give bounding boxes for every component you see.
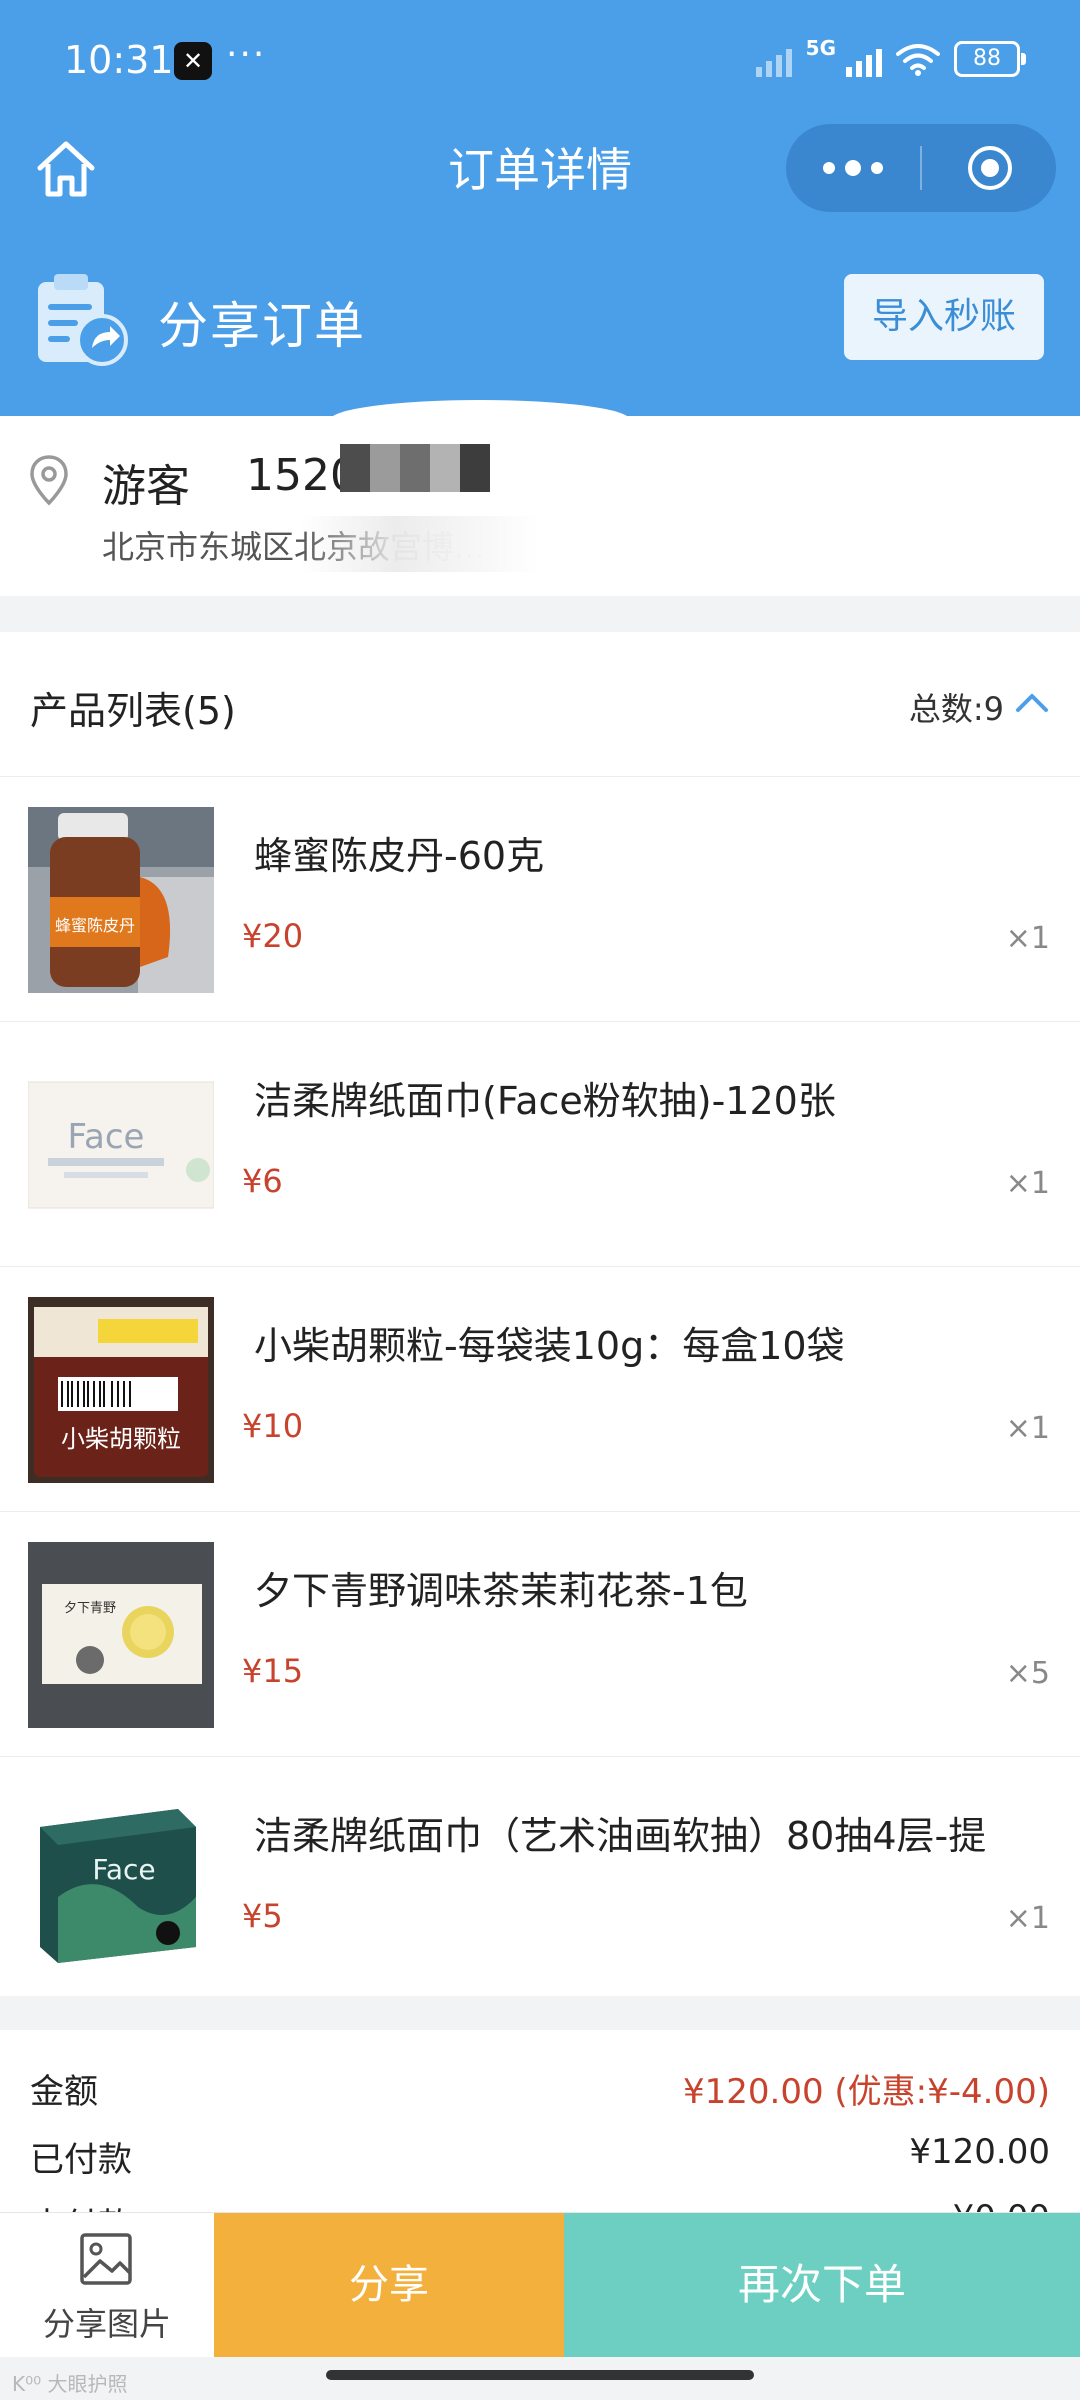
amount-value: ¥120.00 (优惠:¥-4.00) (683, 2072, 1050, 2112)
thumb-text: 夕下青野 (64, 1601, 116, 1616)
share-order-title: 分享订单 (158, 297, 366, 355)
paid-label: 已付款 (30, 2140, 132, 2180)
wifi-icon (896, 44, 940, 76)
miniprogram-capsule (786, 124, 1056, 212)
phone-redaction-mosaic (340, 444, 490, 492)
thumb-text: Face (68, 1117, 145, 1157)
amount-row: 金额 ¥120.00 (优惠:¥-4.00) (30, 2064, 1050, 2114)
watermark-text: K⁰⁰ 大眼护照 (12, 2372, 128, 2396)
home-indicator[interactable] (326, 2370, 754, 2380)
status-more-dots: ··· (226, 34, 267, 75)
paid-value: ¥120.00 (909, 2132, 1050, 2172)
product-quantity: ×1 (1005, 921, 1050, 956)
battery-level: 88 (973, 46, 1001, 71)
status-bar: 10:31 ✕ ··· 5G 88 (0, 0, 1080, 120)
product-quantity: ×1 (1005, 1901, 1050, 1936)
product-list: 产品列表(5) 总数:9 蜂蜜陈皮丹 蜂蜜陈皮丹-60克 ¥20 ×1 Face (0, 632, 1080, 1996)
product-quantity: ×1 (1005, 1166, 1050, 1201)
product-price: ¥5 (242, 1897, 283, 1935)
paid-row: 已付款 ¥120.00 (30, 2132, 1050, 2182)
address-card[interactable]: 游客 1520 北京市东城区北京故宫博... (0, 416, 1080, 596)
product-quantity: ×1 (1005, 1411, 1050, 1446)
signal-icon-sim2 (846, 41, 882, 77)
product-thumbnail: 夕下青野 (28, 1542, 214, 1728)
product-price: ¥10 (242, 1407, 304, 1445)
thumb-text: 蜂蜜陈皮丹 (55, 916, 135, 935)
product-thumbnail: Face (28, 1787, 214, 1973)
share-image-button[interactable]: 分享图片 (0, 2213, 214, 2357)
clipboard-share-icon (38, 274, 128, 366)
product-price: ¥15 (242, 1652, 304, 1690)
product-price: ¥6 (242, 1162, 283, 1200)
target-icon[interactable] (966, 144, 1014, 192)
battery-icon: 88 (954, 41, 1026, 77)
product-name: 小柴胡颗粒-每袋装10g：每盒10袋 (254, 1324, 845, 1368)
thumb-text: Face (92, 1853, 155, 1886)
list-item[interactable]: 蜂蜜陈皮丹 蜂蜜陈皮丹-60克 ¥20 ×1 (0, 777, 1080, 1022)
share-button[interactable]: 分享 (214, 2213, 564, 2357)
signal-icon-sim1 (755, 41, 792, 77)
more-dots-icon[interactable] (786, 124, 920, 212)
product-thumbnail: 小柴胡颗粒 (28, 1297, 214, 1483)
customer-name: 游客 (102, 461, 190, 512)
product-thumbnail: 蜂蜜陈皮丹 (28, 807, 214, 993)
amount-label: 金额 (30, 2072, 98, 2112)
header-wave-decoration (330, 400, 630, 440)
chevron-up-icon[interactable] (1014, 690, 1050, 714)
product-name: 夕下青野调味茶茉莉花茶-1包 (254, 1569, 748, 1613)
share-image-label: 分享图片 (42, 2305, 171, 2343)
import-button[interactable]: 导入秒账 (844, 274, 1044, 360)
bottom-action-bar: 分享图片 分享 再次下单 (0, 2212, 1080, 2357)
list-item[interactable]: 小柴胡颗粒 小柴胡颗粒-每袋装10g：每盒10袋 ¥10 ×1 (0, 1267, 1080, 1512)
address-redaction (300, 516, 540, 572)
product-total-count: 总数:9 (908, 690, 1004, 728)
location-pin-icon (30, 455, 68, 506)
product-name: 蜂蜜陈皮丹-60克 (254, 834, 545, 878)
image-icon (80, 2233, 132, 2285)
product-quantity: ×5 (1005, 1656, 1050, 1691)
reorder-button[interactable]: 再次下单 (564, 2213, 1080, 2357)
capsule-divider (920, 146, 922, 190)
product-name: 洁柔牌纸面巾(Face粉软抽)-120张 (254, 1079, 836, 1123)
product-list-title: 产品列表(5) (30, 689, 236, 733)
network-type: 5G (805, 36, 836, 60)
product-thumbnail: Face (28, 1052, 214, 1238)
status-time: 10:31 (64, 38, 174, 82)
product-price: ¥20 (242, 917, 304, 955)
product-list-header[interactable]: 产品列表(5) 总数:9 (0, 632, 1080, 777)
list-item[interactable]: Face 洁柔牌纸面巾(Face粉软抽)-120张 ¥6 ×1 (0, 1022, 1080, 1267)
list-item[interactable]: 夕下青野 夕下青野调味茶茉莉花茶-1包 ¥15 ×5 (0, 1512, 1080, 1757)
thumb-text: 小柴胡颗粒 (61, 1425, 181, 1453)
capcut-icon: ✕ (174, 42, 212, 80)
product-name: 洁柔牌纸面巾（艺术油画软抽）80抽4层-提 (254, 1814, 987, 1858)
list-item[interactable]: Face 洁柔牌纸面巾（艺术油画软抽）80抽4层-提 ¥5 ×1 (0, 1757, 1080, 2001)
status-indicators: 5G 88 (755, 36, 1026, 82)
